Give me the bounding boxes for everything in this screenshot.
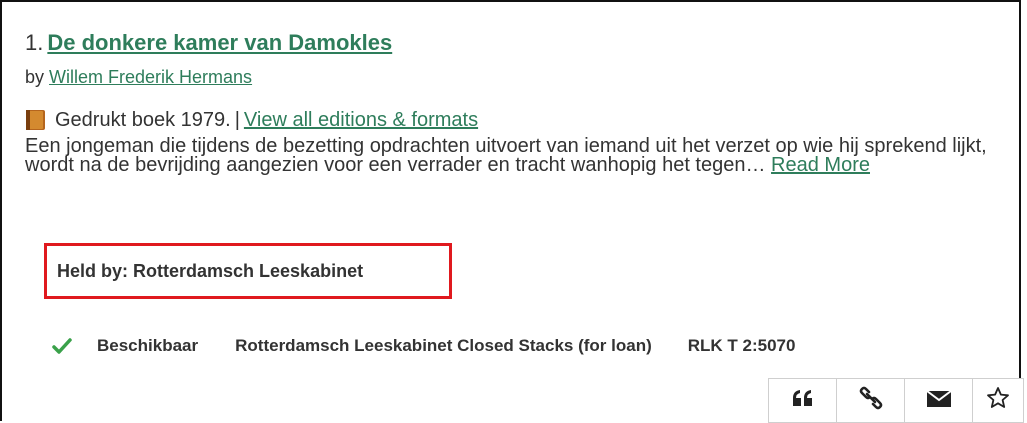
format-line: Gedrukt boek 1979. | View all editions &… <box>25 108 1015 132</box>
summary: Een jongeman die tijdens de bezetting op… <box>25 136 1005 176</box>
cite-button[interactable] <box>768 378 836 423</box>
holding-location: Rotterdamsch Leeskabinet Closed Stacks (… <box>235 336 652 355</box>
read-more-link[interactable]: Read More <box>771 154 870 176</box>
byline: by Willem Frederik Hermans <box>25 65 1015 89</box>
email-button[interactable] <box>904 378 972 423</box>
permalink-button[interactable] <box>836 378 904 423</box>
held-by-label: Held by: Rotterdamsch Leeskabinet <box>44 243 452 299</box>
by-prefix: by <box>25 67 45 87</box>
link-icon <box>859 386 883 415</box>
action-toolbar <box>768 378 1024 423</box>
search-result: 1. De donkere kamer van Damokles by Wille… <box>25 28 1015 175</box>
title-link[interactable]: De donkere kamer van Damokles <box>47 30 392 55</box>
book-icon <box>25 109 46 131</box>
holding-row: Beschikbaar Rotterdamsch Leeskabinet Clo… <box>52 336 795 356</box>
quote-icon <box>792 389 814 412</box>
result-number: 1. <box>25 30 44 55</box>
checkmark-icon <box>52 336 72 356</box>
editions-link[interactable]: View all editions & formats <box>244 108 478 132</box>
format-label: Gedrukt boek <box>55 109 176 131</box>
author-link[interactable]: Willem Frederik Hermans <box>49 67 252 87</box>
availability-status: Beschikbaar <box>97 336 199 355</box>
star-icon <box>986 386 1010 415</box>
title-line: 1. De donkere kamer van Damokles <box>25 28 1015 58</box>
publication-year: 1979. <box>180 109 231 131</box>
call-number: RLK T 2:5070 <box>687 336 796 355</box>
separator: | <box>234 109 240 131</box>
envelope-icon <box>925 388 952 413</box>
favorite-button[interactable] <box>972 378 1024 423</box>
